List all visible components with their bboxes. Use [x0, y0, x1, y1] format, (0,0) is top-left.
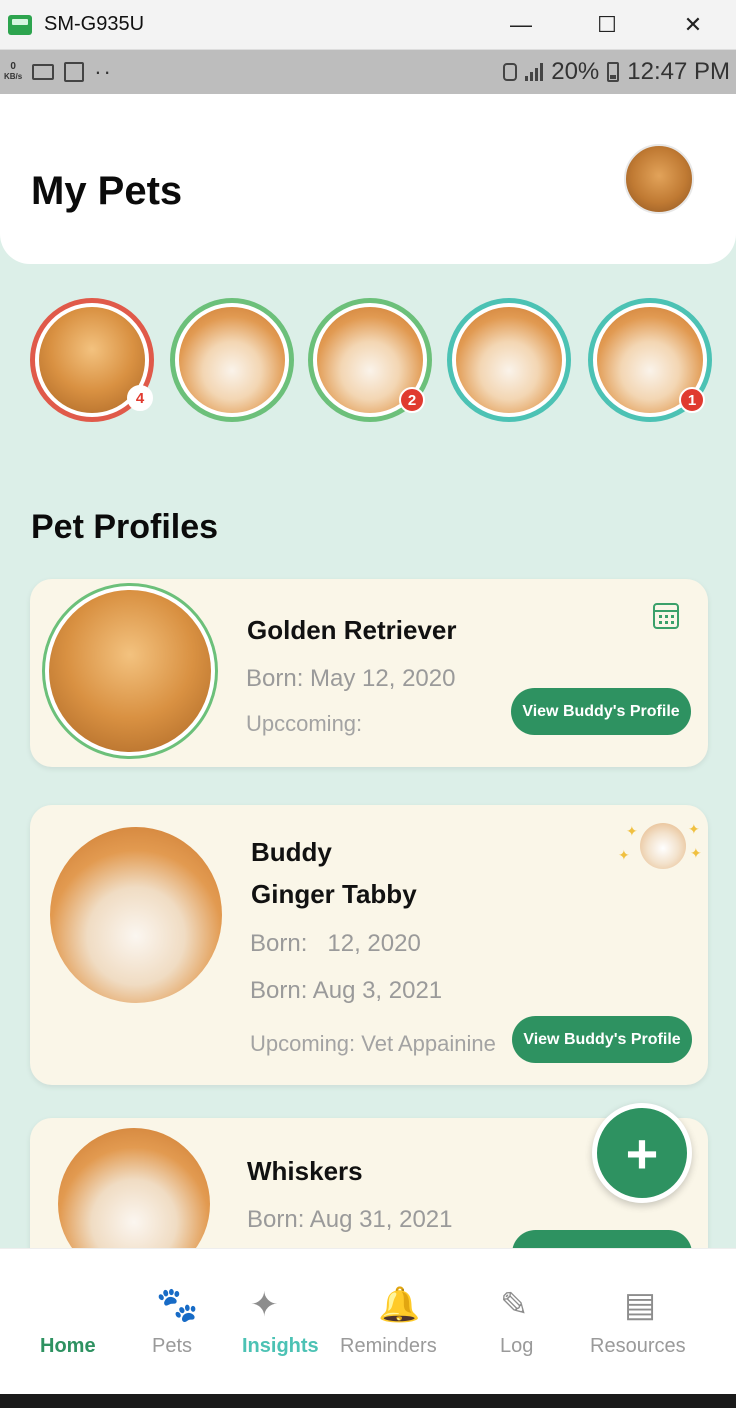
- battery-icon: [607, 62, 620, 82]
- page-title: My Pets: [31, 169, 183, 213]
- window-controls: — ☐ ✕: [478, 0, 736, 50]
- bell-icon: 🔔: [378, 1286, 421, 1324]
- documents-icon: ▤: [624, 1286, 657, 1324]
- pet-story-cat[interactable]: 1: [588, 298, 712, 422]
- minimize-button[interactable]: —: [478, 0, 564, 50]
- section-title: Pet Profiles: [31, 508, 219, 546]
- nav-label: Home: [40, 1335, 96, 1357]
- pet-name: Whiskers: [247, 1156, 363, 1186]
- view-profile-button[interactable]: View Buddy's Profile: [511, 688, 691, 735]
- pet-name: Golden Retriever: [247, 615, 457, 645]
- nav-home[interactable]: Home: [40, 1249, 104, 1395]
- nav-label: Resources: [590, 1335, 686, 1357]
- signal-icon: [525, 63, 544, 81]
- user-avatar[interactable]: [624, 144, 694, 214]
- notification-badge: 2: [399, 387, 425, 413]
- view-profile-button[interactable]: View Buddy's Profile: [512, 1016, 692, 1063]
- sparkle-icon: ✦: [690, 845, 702, 861]
- pet-name: Buddy: [251, 837, 332, 867]
- pet-photo: [42, 583, 218, 759]
- nav-log[interactable]: ✎ Log: [498, 1249, 542, 1395]
- app-window-icon: [8, 14, 32, 35]
- sparkle-icon: ✦: [688, 821, 700, 837]
- plus-icon: +: [625, 1121, 659, 1185]
- clock: 12:47 PM: [627, 58, 730, 85]
- status-bar: 0 KB/s ·· 20% 12:47 PM: [0, 50, 736, 94]
- pet-upcoming: Upcoming: Vet Appainine: [250, 1031, 496, 1056]
- pet-birthdate: Born: 12, 2020: [250, 930, 421, 957]
- edit-list-icon: ✎: [500, 1286, 529, 1324]
- notification-badge: 4: [127, 385, 153, 411]
- pet-photo: [456, 307, 562, 413]
- pet-story-cat[interactable]: [447, 298, 571, 422]
- pet-story-dog[interactable]: 4: [30, 298, 154, 422]
- alarm-icon: [503, 63, 518, 81]
- calendar-icon[interactable]: [653, 603, 679, 629]
- more-notifications-icon: ··: [94, 59, 113, 84]
- pet-upcoming: Upccoming:: [246, 711, 363, 736]
- contact-card-icon: [64, 62, 85, 82]
- network-speed: 0 KB/s: [4, 62, 22, 82]
- network-speed-value: 0: [10, 61, 16, 72]
- nav-reminders[interactable]: 🔔 Reminders: [340, 1249, 450, 1395]
- pet-birthdate: Born: May 12, 2020: [246, 665, 456, 692]
- notification-badge: 1: [679, 387, 705, 413]
- battery-percent: 20%: [551, 58, 600, 85]
- maximize-button[interactable]: ☐: [564, 0, 650, 50]
- nav-label: Log: [500, 1335, 534, 1357]
- laptop-icon: [32, 64, 55, 80]
- pet-profile-card[interactable]: Buddy Ginger Tabby Born: 12, 2020 Born: …: [30, 805, 708, 1085]
- nav-pets[interactable]: 🐾 Pets: [150, 1249, 200, 1395]
- pet-profile-card[interactable]: Golden Retriever Born: May 12, 2020 Upcc…: [30, 579, 708, 767]
- pet-story-cat[interactable]: [170, 298, 294, 422]
- pet-photo: [179, 307, 285, 413]
- app-header: My Pets: [0, 94, 736, 264]
- pet-birthdate: Born: Aug 3, 2021: [250, 977, 443, 1004]
- pet-photo: [50, 827, 222, 1003]
- sparkle-icon: ✦: [618, 847, 630, 863]
- pet-birthdate: Born: Aug 31, 2021: [247, 1206, 453, 1233]
- add-pet-button[interactable]: +: [592, 1103, 692, 1203]
- nav-insights[interactable]: ✦ Insights: [240, 1249, 320, 1395]
- bottom-navigation: Home 🐾 Pets ✦ Insights 🔔 Reminders ✎ Log…: [0, 1248, 736, 1394]
- nav-label: Insights: [242, 1335, 319, 1357]
- sparkles-icon: ✦: [250, 1286, 279, 1324]
- nav-resources[interactable]: ▤ Resources: [590, 1249, 700, 1395]
- close-button[interactable]: ✕: [650, 0, 736, 50]
- nav-label: Reminders: [340, 1335, 437, 1357]
- sparkle-icon: ✦: [626, 823, 638, 839]
- window-titlebar: SM-G935U — ☐ ✕: [0, 0, 736, 50]
- nav-label: Pets: [152, 1335, 193, 1357]
- cat-sticker-icon: [640, 823, 686, 869]
- network-speed-unit: KB/s: [4, 72, 23, 81]
- pet-stories-row: 4 2 1: [0, 298, 736, 423]
- pet-breed: Ginger Tabby: [251, 879, 417, 909]
- system-nav-strip: [0, 1394, 736, 1408]
- paw-icon: 🐾: [156, 1286, 199, 1324]
- pet-story-cat[interactable]: 2: [308, 298, 432, 422]
- window-title: SM-G935U: [44, 13, 145, 35]
